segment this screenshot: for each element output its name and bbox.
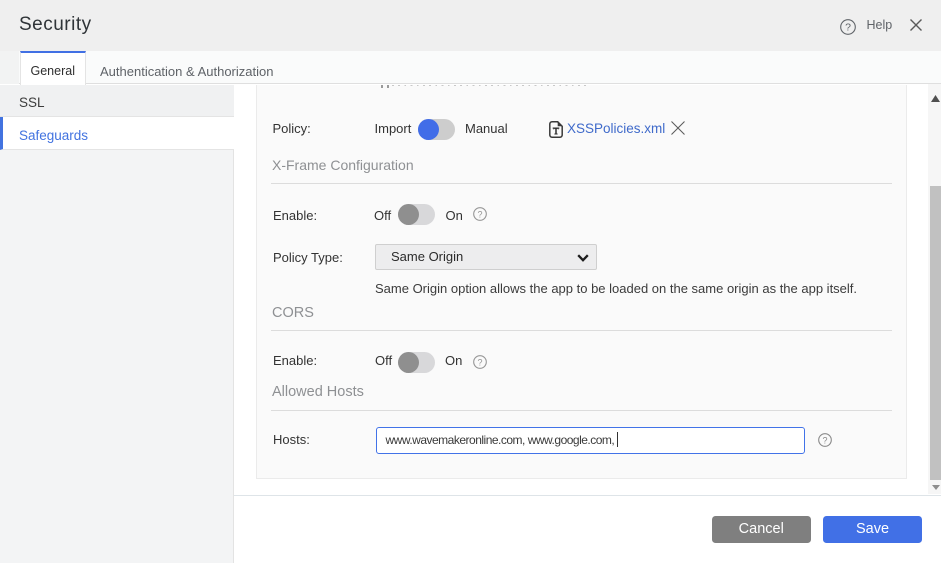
svg-text:?: ?: [477, 357, 482, 367]
svg-text:?: ?: [822, 435, 827, 445]
svg-text:?: ?: [477, 209, 482, 219]
svg-text:?: ?: [845, 22, 851, 34]
